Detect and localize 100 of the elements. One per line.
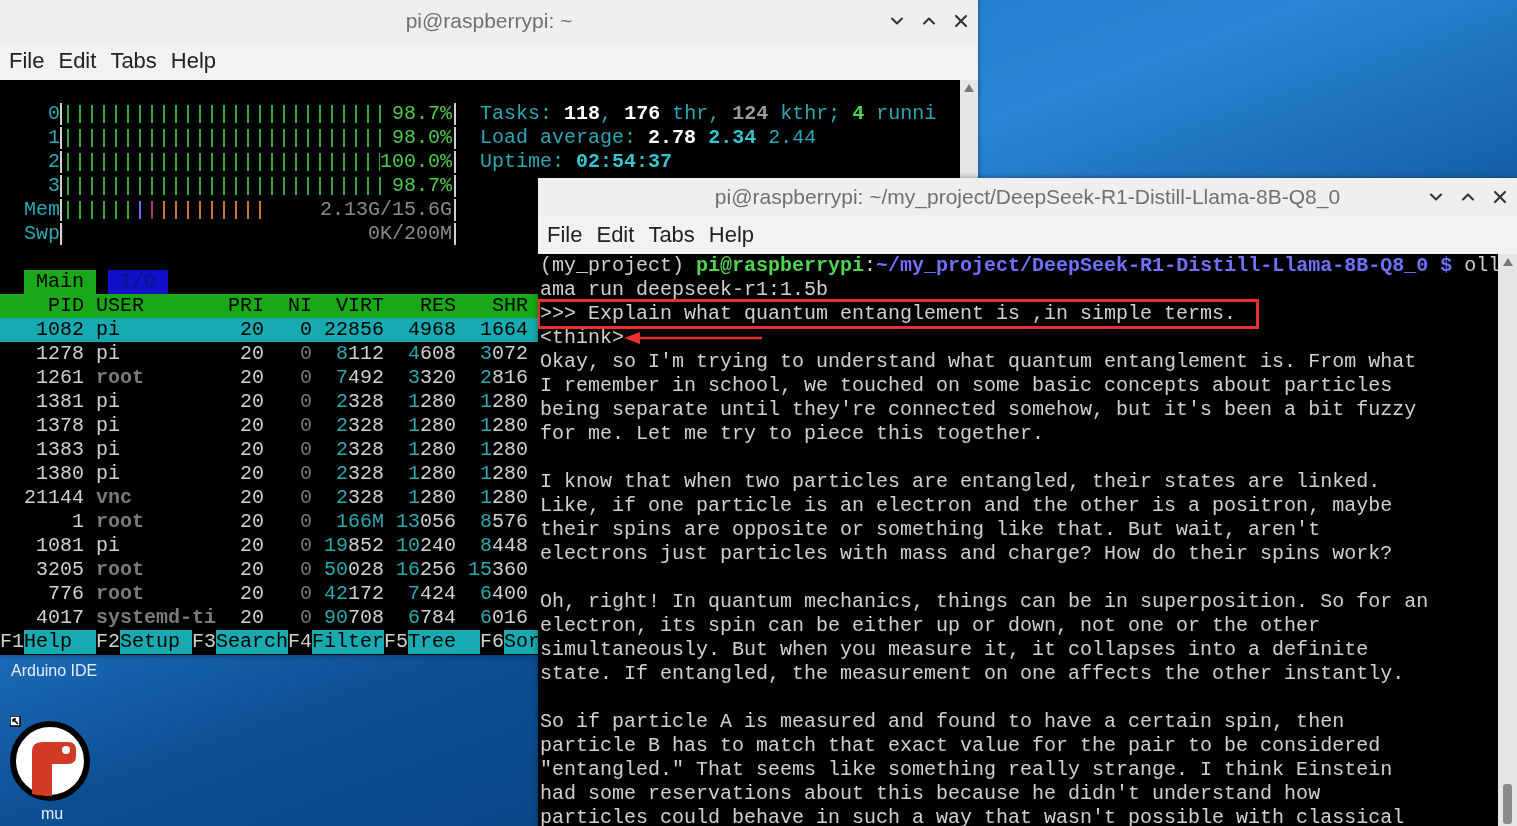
terminal-line: their spins are opposite or something like that. But wait, aren't — [540, 518, 1321, 542]
table-cell-text: 1280 — [479, 486, 528, 510]
terminal-line: had some reservations about this because he didn't understand how — [540, 782, 1321, 806]
function-key: F2 — [96, 630, 121, 654]
column-header[interactable]: PRI — [216, 294, 264, 318]
table-cell-text: 8112 — [335, 342, 384, 366]
function-key: F4 — [288, 630, 313, 654]
scroll-up-icon[interactable] — [1502, 258, 1513, 266]
column-header[interactable]: VIRT — [312, 294, 384, 318]
table-cell-text: 166M — [335, 510, 384, 534]
function-key-button[interactable]: Help — [24, 630, 96, 654]
table-cell-text: root — [96, 582, 145, 606]
table-cell-text: 13056 — [395, 510, 456, 534]
table-cell-text: 20 — [239, 606, 264, 630]
table-cell-text: 4017 — [35, 606, 84, 630]
table-cell-text: 2328 — [335, 390, 384, 414]
function-key-button[interactable]: Tree — [408, 630, 481, 654]
meter-label: 3 — [47, 174, 60, 198]
table-cell-text: 1278 — [35, 342, 84, 366]
menu-item[interactable]: Help — [703, 222, 760, 248]
table-cell-text: 6400 — [479, 582, 528, 606]
table-cell-text: 3205 — [35, 558, 84, 582]
table-cell-text: 1280 — [479, 462, 528, 486]
table-cell-text: 1280 — [407, 390, 456, 414]
function-key-button[interactable]: Filter — [312, 630, 385, 654]
terminal-line: particle B has to match that exact value for the pair to be considered — [540, 734, 1381, 758]
table-cell-text: 1378 — [35, 414, 84, 438]
menu-item[interactable]: Tabs — [105, 48, 162, 74]
highlighted-line: >>> Explain what quantum entanglement is ,in simple terms. — [540, 302, 1257, 326]
table-cell-text: 19852 — [323, 534, 384, 558]
table-cell-text: 1261 — [35, 366, 84, 390]
column-header[interactable]: RES — [384, 294, 456, 318]
table-cell-text: 1280 — [479, 390, 528, 414]
table-cell-text: root — [96, 366, 145, 390]
table-cell-text: 16256 — [395, 558, 456, 582]
table-cell-text: 1280 — [479, 438, 528, 462]
table-cell-text: 1280 — [407, 486, 456, 510]
scrollbar-thumb[interactable] — [1503, 784, 1512, 824]
table-cell-text: 1381 — [35, 390, 84, 414]
meter-reading: 98.7% — [392, 103, 457, 125]
table-cell-text: 6016 — [479, 606, 528, 630]
menu-item[interactable]: Help — [165, 48, 222, 74]
table-cell-text: 8448 — [479, 534, 528, 558]
table-cell-text: 20 — [239, 558, 264, 582]
shortcut-label[interactable]: mu — [41, 805, 64, 823]
table-cell-text: 0 — [299, 438, 312, 462]
menu-item[interactable]: File — [4, 48, 50, 74]
table-cell-text: 1280 — [479, 414, 528, 438]
table-cell-text: 20 — [239, 414, 264, 438]
table-cell-text: pi — [96, 342, 121, 366]
column-header[interactable]: SHR — [456, 294, 528, 318]
table-cell-text: 1664 — [479, 318, 528, 342]
table-cell-text: 20 — [239, 318, 264, 342]
terminal-line: ama run deepseek-r1:1.5b — [540, 278, 829, 302]
window-title: pi@raspberrypi: ~/my_project/DeepSeek-R1-Distill-Llama-8B-Q8_0 — [713, 185, 1342, 209]
table-cell-text: 20 — [239, 342, 264, 366]
terminal-line: I know that when two particles are entangled, their states are linked. — [540, 470, 1381, 494]
column-header[interactable]: PID — [0, 294, 84, 318]
table-cell-text: 0 — [299, 510, 312, 534]
terminal-line: "entangled." That seems like something really strange. I think Einstein — [540, 758, 1393, 782]
table-cell-text: 20 — [239, 438, 264, 462]
menu-item[interactable]: Edit — [53, 48, 102, 74]
table-cell-text: pi — [96, 390, 121, 414]
summary-line: Uptime: 02:54:37 — [480, 150, 674, 174]
menu-item[interactable]: Edit — [591, 222, 640, 248]
table-cell-text: 0 — [299, 318, 312, 342]
function-key-button[interactable]: Setup — [120, 630, 193, 654]
table-cell-text: 0 — [299, 558, 312, 582]
table-cell-text: 0 — [299, 486, 312, 510]
table-cell-text: pi — [96, 318, 121, 342]
terminal-line: <think> — [540, 326, 624, 350]
function-key-button[interactable]: Search — [216, 630, 289, 654]
scroll-up-icon[interactable] — [964, 84, 974, 92]
terminal-line: So if particle A is measured and found to have a certain spin, then — [540, 710, 1345, 734]
table-cell-text: 3320 — [407, 366, 456, 390]
function-key-button[interactable]: Sor — [504, 630, 541, 654]
table-cell-text: 0 — [299, 390, 312, 414]
column-header[interactable]: NI — [264, 294, 312, 318]
table-cell-text: 776 — [47, 582, 84, 606]
table-cell-text: 90708 — [323, 606, 384, 630]
table-cell: systemd-ti — [96, 606, 216, 630]
table-cell-text: 10240 — [395, 534, 456, 558]
meter-reading: 98.0% — [392, 127, 457, 149]
table-cell-text: 20 — [239, 390, 264, 414]
table-cell-text: 1380 — [35, 462, 84, 486]
meter-reading: 98.7% — [392, 175, 457, 197]
menu-item[interactable]: Tabs — [643, 222, 700, 248]
table-cell-text: 1 — [71, 510, 84, 534]
table-cell-text: 20 — [239, 462, 264, 486]
table-cell-text: 22856 — [323, 318, 384, 342]
table-cell-text: 2328 — [335, 438, 384, 462]
table-cell-text: 42172 — [323, 582, 384, 606]
process-row[interactable]: 1082 pi 20 0 22856 4968 1664 — [0, 318, 538, 342]
table-cell-text: pi — [96, 534, 121, 558]
column-header[interactable]: USER — [96, 294, 216, 318]
meter-label: 2 — [47, 150, 60, 174]
meter-reading: 0K/200M — [368, 223, 457, 245]
menu-item[interactable]: File — [542, 222, 588, 248]
tab[interactable]: Main — [24, 270, 96, 294]
shortcut-label[interactable]: Arduino IDE — [11, 662, 98, 680]
